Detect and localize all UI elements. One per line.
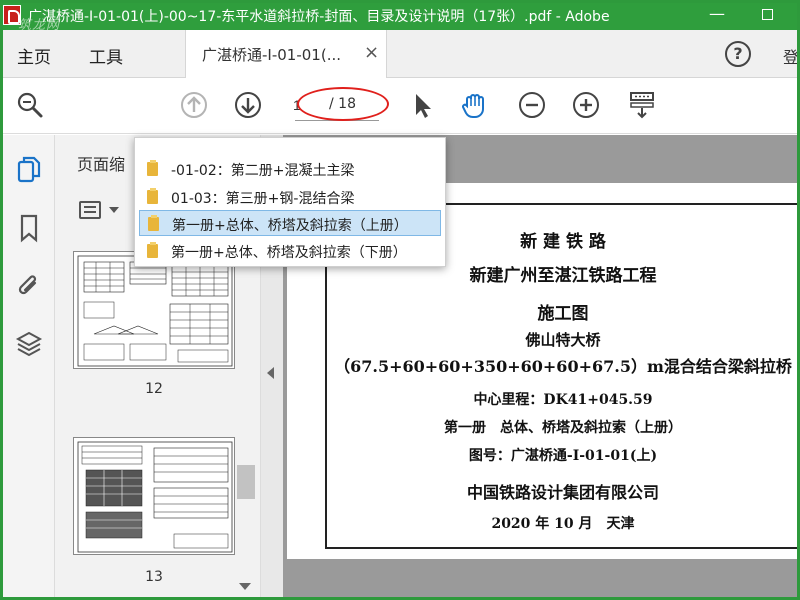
document-tab[interactable]: 广湛桥通-Ⅰ-01-01(... × [185, 30, 387, 78]
menu-bar: 主页 工具 广湛桥通-Ⅰ-01-01(... × ? 登 [3, 30, 797, 78]
doc-line-5: （67.5+60+60+350+60+60+67.5）m混合结合梁斜拉桥 [334, 357, 792, 376]
thumbnail-page-number: 12 [145, 381, 163, 397]
folder-icon [148, 215, 159, 231]
dropdown-item-selected[interactable]: 第一册+总体、桥塔及斜拉索（上册） [139, 210, 441, 236]
app-window: 广湛桥通-Ⅰ-01-01(上)-00~17-东平水道斜拉桥-封面、目录及设计说明… [3, 3, 797, 597]
red-annotation-oval [297, 87, 389, 121]
chevron-down-icon[interactable] [109, 207, 119, 213]
thumbnail-page[interactable] [73, 437, 235, 555]
thumbnail-page-number: 13 [145, 569, 163, 585]
document-tab-label: 广湛桥通-Ⅰ-01-01(... [202, 46, 341, 64]
maximize-button[interactable] [744, 3, 790, 30]
scrollbar-thumb[interactable] [237, 465, 255, 499]
panel-title: 页面缩 [77, 155, 126, 174]
next-page-icon[interactable] [233, 90, 263, 120]
select-cursor-icon[interactable] [407, 90, 437, 120]
dropdown-item[interactable]: 01-03：第三册+钢-混结合梁 [139, 184, 441, 210]
thumbnail-options-icon[interactable] [79, 201, 101, 219]
thumbnail-drawing [77, 255, 233, 367]
dropdown-item[interactable]: -01-02：第二册+混凝土主梁 [139, 156, 441, 182]
page-thumbnails-icon[interactable] [15, 155, 43, 185]
bookmark-icon[interactable] [15, 213, 43, 243]
zoom-out-icon[interactable] [517, 90, 547, 120]
folder-icon [147, 242, 158, 258]
dropdown-item-label: 第一册+总体、桥塔及斜拉索（上册） [172, 218, 408, 234]
doc-line-8: 图号：广湛桥通-Ⅰ-01-01(上) [468, 448, 658, 464]
hand-tool-icon[interactable] [459, 90, 489, 120]
folder-icon [147, 160, 158, 176]
dropdown-item-label: -01-02：第二册+混凝土主梁 [171, 163, 355, 179]
thumbnail-page[interactable] [73, 251, 235, 369]
attachment-icon[interactable] [15, 271, 43, 301]
minimize-button[interactable]: — [694, 3, 740, 30]
doc-line-6: 中心里程：DK41+045.59 [473, 392, 653, 408]
menu-home[interactable]: 主页 [17, 43, 51, 68]
scroll-down-icon[interactable] [239, 583, 251, 590]
doc-line-4: 佛山特大桥 [525, 331, 601, 349]
dropdown-item[interactable]: 第一册+总体、桥塔及斜拉索（下册） [139, 238, 441, 264]
maximize-icon [761, 9, 773, 20]
help-icon[interactable]: ? [725, 41, 751, 67]
toolbar: / 18 [3, 78, 797, 134]
doc-line-10: 2020 年 10 月 天津 [491, 516, 635, 532]
previous-page-icon[interactable] [179, 90, 209, 120]
doc-line-9: 中国铁路设计集团有限公司 [466, 483, 659, 502]
zoom-search-icon[interactable] [15, 90, 45, 120]
login-link[interactable]: 登 [783, 44, 797, 68]
menu-tools[interactable]: 工具 [89, 43, 123, 68]
file-list-dropdown: -01-02：第二册+混凝土主梁 01-03：第三册+钢-混结合梁 第一册+总体… [134, 137, 446, 267]
collapse-left-icon [267, 367, 274, 379]
scroll-mode-icon[interactable] [627, 90, 657, 120]
dropdown-item-label: 01-03：第三册+钢-混结合梁 [171, 191, 355, 207]
title-bar: 广湛桥通-Ⅰ-01-01(上)-00~17-东平水道斜拉桥-封面、目录及设计说明… [3, 3, 797, 33]
dropdown-item-label: 第一册+总体、桥塔及斜拉索（下册） [171, 245, 407, 261]
window-title: 广湛桥通-Ⅰ-01-01(上)-00~17-东平水道斜拉桥-封面、目录及设计说明… [28, 9, 610, 25]
left-navigation-rail [3, 135, 55, 597]
layers-icon[interactable] [15, 329, 43, 359]
zoom-in-icon[interactable] [571, 90, 601, 120]
doc-line-3: 施工图 [537, 304, 589, 324]
folder-icon [147, 188, 158, 204]
doc-line-7: 第一册 总体、桥塔及斜拉索（上册） [444, 420, 682, 436]
thumbnail-drawing [77, 441, 233, 553]
tab-close-button[interactable]: × [364, 42, 379, 63]
